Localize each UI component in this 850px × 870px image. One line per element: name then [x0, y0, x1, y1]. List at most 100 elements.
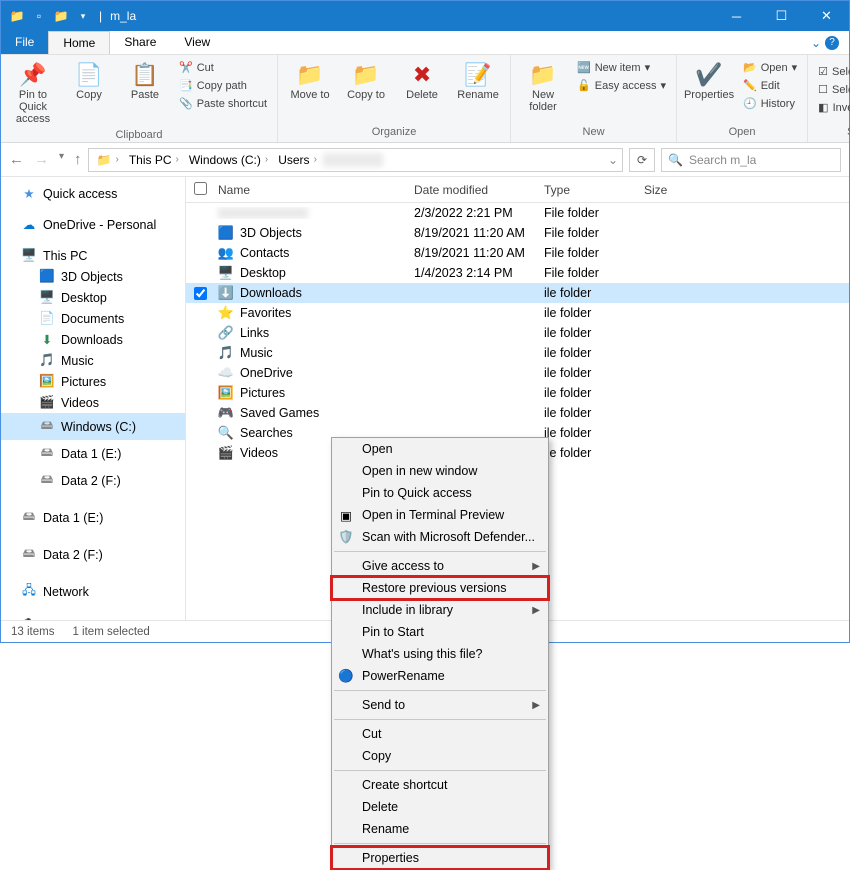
tab-share[interactable]: Share: [110, 31, 170, 54]
sidebar-quick-access[interactable]: ★Quick access: [1, 183, 185, 204]
sidebar-desktop[interactable]: 🖥️Desktop: [1, 287, 185, 308]
sidebar-3d[interactable]: 🟦3D Objects: [1, 266, 185, 287]
select-none-button[interactable]: ☐Select none: [814, 81, 850, 98]
select-all-button[interactable]: ☑Select all: [814, 63, 850, 80]
file-row[interactable]: ☁️OneDriveile folder: [186, 363, 849, 383]
cut-button[interactable]: ✂️Cut: [175, 59, 271, 76]
up-button[interactable]: ↑: [74, 151, 82, 168]
close-button[interactable]: ✕: [804, 1, 849, 31]
sidebar-music[interactable]: 🎵Music: [1, 350, 185, 371]
col-size[interactable]: Size: [636, 183, 716, 197]
rename-button[interactable]: 📝Rename: [452, 57, 504, 105]
ctx-scan-with-microsoft-defender-[interactable]: 🛡️Scan with Microsoft Defender...: [332, 526, 548, 548]
sidebar-videos[interactable]: 🎬Videos: [1, 392, 185, 413]
file-row[interactable]: 🔗Linksile folder: [186, 323, 849, 343]
file-row[interactable]: 👥Contacts8/19/2021 11:20 AMFile folder: [186, 243, 849, 263]
sidebar-drive-e[interactable]: 🖴Data 1 (E:): [1, 504, 185, 531]
ctx-include-in-library[interactable]: Include in library▶: [332, 599, 548, 621]
breadcrumb[interactable]: 📁› This PC› Windows (C:)› Users› ⌄: [88, 148, 623, 172]
sidebar-linux[interactable]: 🐧Linux: [1, 615, 185, 620]
ctx-properties[interactable]: Properties: [332, 847, 548, 869]
file-type: ile folder: [536, 306, 636, 320]
file-name: 3D Objects: [240, 226, 302, 240]
forward-button[interactable]: →: [34, 151, 49, 168]
qat-props-icon[interactable]: ▫: [31, 8, 47, 24]
sidebar-data2[interactable]: 🖴Data 2 (F:): [1, 467, 185, 494]
tab-home[interactable]: Home: [48, 31, 110, 54]
ctx-delete[interactable]: Delete: [332, 796, 548, 818]
search-placeholder: Search m_la: [689, 153, 756, 167]
file-row[interactable]: 🎵Musicile folder: [186, 343, 849, 363]
file-row[interactable]: 🖥️Desktop1/4/2023 2:14 PMFile folder: [186, 263, 849, 283]
file-row[interactable]: ⬇️Downloadsile folder: [186, 283, 849, 303]
file-row[interactable]: 🖼️Picturesile folder: [186, 383, 849, 403]
refresh-button[interactable]: ⟳: [629, 148, 655, 172]
sidebar-downloads[interactable]: ⬇Downloads: [1, 329, 185, 350]
paste-shortcut-button[interactable]: 📎Paste shortcut: [175, 95, 271, 112]
sidebar-thispc[interactable]: 🖥️This PC: [1, 245, 185, 266]
ctx-open-in-terminal-preview[interactable]: ▣Open in Terminal Preview: [332, 504, 548, 526]
col-name[interactable]: Name: [210, 183, 406, 197]
sidebar-data1[interactable]: 🖴Data 1 (E:): [1, 440, 185, 467]
ctx-pin-to-quick-access[interactable]: Pin to Quick access: [332, 482, 548, 504]
copy-to-button[interactable]: 📁Copy to: [340, 57, 392, 105]
sidebar-network[interactable]: 🖧Network: [1, 578, 185, 605]
ctx-what-s-using-this-file-[interactable]: What's using this file?: [332, 643, 548, 665]
crumb-user[interactable]: [323, 153, 383, 167]
sidebar-documents[interactable]: 📄Documents: [1, 308, 185, 329]
paste-button[interactable]: 📋Paste: [119, 57, 171, 105]
search-input[interactable]: 🔍 Search m_la: [661, 148, 841, 172]
copy-path-button[interactable]: 📑Copy path: [175, 77, 271, 94]
crumb-thispc[interactable]: This PC›: [125, 153, 183, 167]
back-button[interactable]: ←: [9, 151, 24, 168]
col-type[interactable]: Type: [536, 183, 636, 197]
sidebar-drive-f[interactable]: 🖴Data 2 (F:): [1, 541, 185, 568]
nav-sidebar: ★Quick access ☁OneDrive - Personal 🖥️Thi…: [1, 177, 186, 620]
ctx-cut[interactable]: Cut: [332, 723, 548, 745]
ctx-create-shortcut[interactable]: Create shortcut: [332, 774, 548, 796]
col-checkbox[interactable]: [186, 182, 210, 198]
recent-button[interactable]: ▾: [59, 151, 64, 168]
maximize-button[interactable]: ☐: [759, 1, 804, 31]
file-row[interactable]: ⭐Favoritesile folder: [186, 303, 849, 323]
delete-button[interactable]: ✖Delete: [396, 57, 448, 105]
invert-selection-button[interactable]: ◧Invert selection: [814, 99, 850, 116]
copy-button[interactable]: 📄Copy: [63, 57, 115, 105]
minimize-button[interactable]: ─: [714, 1, 759, 31]
ctx-powerrename[interactable]: 🔵PowerRename: [332, 665, 548, 687]
file-row[interactable]: 2/3/2022 2:21 PMFile folder: [186, 203, 849, 223]
ribbon-collapse[interactable]: ⌄?: [801, 31, 849, 54]
ctx-rename[interactable]: Rename: [332, 818, 548, 840]
move-to-button[interactable]: 📁Move to: [284, 57, 336, 105]
crumb-c[interactable]: Windows (C:)›: [185, 153, 272, 167]
ctx-label: PowerRename: [362, 669, 445, 683]
ctx-open[interactable]: Open: [332, 438, 548, 460]
file-row[interactable]: 🎮Saved Gamesile folder: [186, 403, 849, 423]
tab-file[interactable]: File: [1, 31, 48, 54]
ctx-copy[interactable]: Copy: [332, 745, 548, 767]
crumb-users[interactable]: Users›: [274, 153, 321, 167]
ctx-send-to[interactable]: Send to▶: [332, 694, 548, 716]
ctx-give-access-to[interactable]: Give access to▶: [332, 555, 548, 577]
properties-button[interactable]: ✔️Properties: [683, 57, 735, 105]
sidebar-onedrive[interactable]: ☁OneDrive - Personal: [1, 214, 185, 235]
new-item-button[interactable]: 🆕New item ▾: [573, 59, 670, 76]
pin-quick-access-button[interactable]: 📌Pin to Quick access: [7, 57, 59, 129]
history-button[interactable]: 🕘History: [739, 95, 801, 112]
sidebar-windows-c[interactable]: 🖴Windows (C:): [1, 413, 185, 440]
sidebar-pictures[interactable]: 🖼️Pictures: [1, 371, 185, 392]
col-date[interactable]: Date modified: [406, 183, 536, 197]
ctx-open-in-new-window[interactable]: Open in new window: [332, 460, 548, 482]
new-folder-button[interactable]: 📁New folder: [517, 57, 569, 117]
tab-view[interactable]: View: [170, 31, 224, 54]
file-row[interactable]: 🟦3D Objects8/19/2021 11:20 AMFile folder: [186, 223, 849, 243]
file-name: Contacts: [240, 246, 289, 260]
edit-button[interactable]: ✏️Edit: [739, 77, 801, 94]
open-button[interactable]: 📂Open ▾: [739, 59, 801, 76]
easy-access-button[interactable]: 🔓Easy access ▾: [573, 77, 670, 94]
qat-chevron[interactable]: ▾: [75, 8, 91, 24]
qat-new-icon[interactable]: 📁: [53, 8, 69, 24]
ctx-pin-to-start[interactable]: Pin to Start: [332, 621, 548, 643]
address-dropdown[interactable]: ⌄: [608, 153, 618, 167]
ctx-restore-previous-versions[interactable]: Restore previous versions: [332, 577, 548, 599]
